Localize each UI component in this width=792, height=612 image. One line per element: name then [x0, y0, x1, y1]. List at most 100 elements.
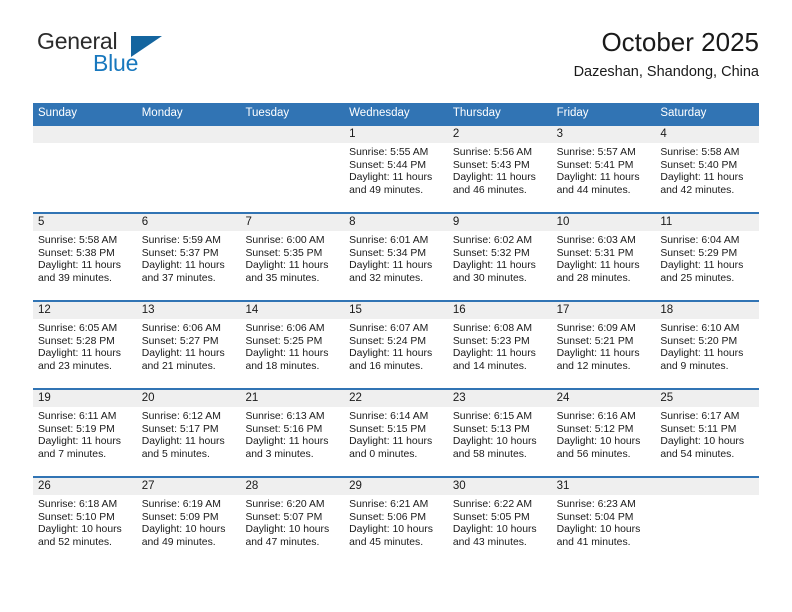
day-details: Sunrise: 6:00 AM Sunset: 5:35 PM Dayligh…	[240, 231, 344, 285]
sunrise-text: Sunrise: 6:14 AM	[349, 411, 429, 422]
day-number: 10	[551, 214, 656, 231]
day-cell[interactable]: 19 Sunrise: 6:11 AM Sunset: 5:19 PM Dayl…	[33, 390, 137, 476]
day-number	[240, 126, 345, 143]
sunrise-text: Sunrise: 6:16 AM	[556, 411, 636, 422]
day-cell[interactable]: 3 Sunrise: 5:57 AM Sunset: 5:41 PM Dayli…	[551, 126, 656, 212]
day-cell[interactable]: 12 Sunrise: 6:05 AM Sunset: 5:28 PM Dayl…	[33, 302, 137, 388]
daylight-text-line2: and 44 minutes.	[556, 184, 631, 196]
weekday-header-tuesday: Tuesday	[245, 107, 290, 119]
day-cell[interactable]: 17 Sunrise: 6:09 AM Sunset: 5:21 PM Dayl…	[551, 302, 656, 388]
day-cell[interactable]	[33, 126, 137, 212]
sunset-text: Sunset: 5:37 PM	[141, 247, 219, 259]
day-cell[interactable]: 28 Sunrise: 6:20 AM Sunset: 5:07 PM Dayl…	[240, 478, 345, 564]
day-details: Sunrise: 5:55 AM Sunset: 5:44 PM Dayligh…	[344, 143, 448, 197]
day-number: 25	[655, 390, 760, 407]
day-cell[interactable]: 18 Sunrise: 6:10 AM Sunset: 5:20 PM Dayl…	[655, 302, 760, 388]
day-number: 14	[240, 302, 345, 319]
day-number: 20	[136, 390, 241, 407]
title-block: October 2025 Dazeshan, Shandong, China	[574, 27, 759, 81]
day-cell[interactable]: 16 Sunrise: 6:08 AM Sunset: 5:23 PM Dayl…	[447, 302, 552, 388]
day-number: 26	[33, 478, 137, 495]
general-blue-logo[interactable]: General Blue	[33, 28, 233, 88]
sunrise-text: Sunrise: 5:57 AM	[556, 147, 636, 158]
day-cell[interactable]: 5 Sunrise: 5:58 AM Sunset: 5:38 PM Dayli…	[33, 214, 137, 300]
day-cell[interactable]: 24 Sunrise: 6:16 AM Sunset: 5:12 PM Dayl…	[551, 390, 656, 476]
day-cell[interactable]: 26 Sunrise: 6:18 AM Sunset: 5:10 PM Dayl…	[33, 478, 137, 564]
day-number: 6	[136, 214, 241, 231]
day-cell[interactable]	[655, 478, 760, 564]
day-cell[interactable]: 29 Sunrise: 6:21 AM Sunset: 5:06 PM Dayl…	[344, 478, 448, 564]
day-cell[interactable]: 23 Sunrise: 6:15 AM Sunset: 5:13 PM Dayl…	[447, 390, 552, 476]
day-cell[interactable]: 22 Sunrise: 6:14 AM Sunset: 5:15 PM Dayl…	[344, 390, 448, 476]
sunset-text: Sunset: 5:19 PM	[38, 423, 115, 435]
day-cell[interactable]: 7 Sunrise: 6:00 AM Sunset: 5:35 PM Dayli…	[240, 214, 345, 300]
sunrise-text: Sunrise: 6:11 AM	[38, 411, 117, 422]
day-cell[interactable]: 2 Sunrise: 5:56 AM Sunset: 5:43 PM Dayli…	[447, 126, 552, 212]
day-details: Sunrise: 6:02 AM Sunset: 5:32 PM Dayligh…	[448, 231, 552, 285]
weekday-header-thursday: Thursday	[452, 107, 501, 119]
daylight-text-line1: Daylight: 11 hours	[452, 260, 536, 272]
daylight-text-line2: and 39 minutes.	[38, 272, 112, 284]
sunset-text: Sunset: 5:20 PM	[660, 335, 738, 347]
sunset-text: Sunset: 5:12 PM	[556, 423, 634, 435]
calendar-table: Sunday Monday Tuesday Wednesday Thursday…	[33, 103, 760, 564]
day-details: Sunrise: 6:07 AM Sunset: 5:24 PM Dayligh…	[344, 319, 448, 373]
daylight-text-line2: and 47 minutes.	[245, 536, 320, 548]
sunrise-text: Sunrise: 6:18 AM	[38, 499, 118, 510]
daylight-text-line2: and 52 minutes.	[38, 536, 112, 548]
day-cell[interactable]: 14 Sunrise: 6:06 AM Sunset: 5:25 PM Dayl…	[240, 302, 345, 388]
sunrise-text: Sunrise: 6:09 AM	[556, 323, 636, 334]
day-number: 3	[551, 126, 656, 143]
sunrise-text: Sunrise: 6:17 AM	[660, 411, 740, 422]
sunrise-text: Sunrise: 6:12 AM	[141, 411, 221, 422]
day-cell[interactable]: 30 Sunrise: 6:22 AM Sunset: 5:05 PM Dayl…	[447, 478, 552, 564]
day-details: Sunrise: 6:06 AM Sunset: 5:27 PM Dayligh…	[137, 319, 241, 373]
day-details: Sunrise: 6:21 AM Sunset: 5:06 PM Dayligh…	[344, 495, 448, 549]
day-cell[interactable]: 27 Sunrise: 6:19 AM Sunset: 5:09 PM Dayl…	[136, 478, 241, 564]
day-cell[interactable]: 21 Sunrise: 6:13 AM Sunset: 5:16 PM Dayl…	[240, 390, 345, 476]
day-number: 4	[655, 126, 760, 143]
daylight-text-line2: and 42 minutes.	[660, 184, 735, 196]
sunrise-text: Sunrise: 6:22 AM	[452, 499, 533, 510]
day-cell[interactable]: 10 Sunrise: 6:03 AM Sunset: 5:31 PM Dayl…	[551, 214, 656, 300]
sunrise-text: Sunrise: 6:23 AM	[556, 499, 636, 510]
daylight-text-line1: Daylight: 10 hours	[245, 524, 330, 536]
sunrise-text: Sunrise: 5:55 AM	[349, 147, 429, 158]
sunset-text: Sunset: 5:13 PM	[452, 423, 530, 435]
day-cell[interactable]: 11 Sunrise: 6:04 AM Sunset: 5:29 PM Dayl…	[655, 214, 760, 300]
day-cell[interactable]: 25 Sunrise: 6:17 AM Sunset: 5:11 PM Dayl…	[655, 390, 760, 476]
day-details: Sunrise: 6:22 AM Sunset: 5:05 PM Dayligh…	[448, 495, 552, 549]
daylight-text-line2: and 49 minutes.	[141, 536, 216, 548]
day-cell[interactable]: 13 Sunrise: 6:06 AM Sunset: 5:27 PM Dayl…	[136, 302, 241, 388]
day-cell[interactable]: 4 Sunrise: 5:58 AM Sunset: 5:40 PM Dayli…	[655, 126, 760, 212]
day-cell[interactable]	[240, 126, 345, 212]
day-cell[interactable]: 20 Sunrise: 6:12 AM Sunset: 5:17 PM Dayl…	[136, 390, 241, 476]
sunrise-text: Sunrise: 6:06 AM	[141, 323, 221, 334]
daylight-text-line2: and 12 minutes.	[556, 360, 631, 372]
daylight-text-line1: Daylight: 11 hours	[660, 172, 744, 184]
day-cell[interactable]	[136, 126, 241, 212]
sunrise-text: Sunrise: 6:02 AM	[452, 235, 533, 246]
sunrise-text: Sunrise: 6:15 AM	[452, 411, 533, 422]
day-cell[interactable]: 9 Sunrise: 6:02 AM Sunset: 5:32 PM Dayli…	[447, 214, 552, 300]
day-details: Sunrise: 6:08 AM Sunset: 5:23 PM Dayligh…	[448, 319, 552, 373]
daylight-text-line2: and 25 minutes.	[660, 272, 735, 284]
daylight-text-line1: Daylight: 11 hours	[141, 348, 225, 360]
daylight-text-line1: Daylight: 11 hours	[452, 172, 536, 184]
day-details: Sunrise: 5:57 AM Sunset: 5:41 PM Dayligh…	[552, 143, 656, 197]
daylight-text-line1: Daylight: 11 hours	[349, 348, 433, 360]
sunset-text: Sunset: 5:34 PM	[349, 247, 426, 259]
daylight-text-line2: and 58 minutes.	[452, 448, 527, 460]
day-cell[interactable]: 8 Sunrise: 6:01 AM Sunset: 5:34 PM Dayli…	[344, 214, 448, 300]
day-details: Sunrise: 6:10 AM Sunset: 5:20 PM Dayligh…	[655, 319, 759, 373]
day-number: 27	[136, 478, 241, 495]
daylight-text-line1: Daylight: 11 hours	[38, 260, 121, 272]
day-number: 29	[344, 478, 448, 495]
sunset-text: Sunset: 5:38 PM	[38, 247, 115, 259]
day-details: Sunrise: 6:17 AM Sunset: 5:11 PM Dayligh…	[655, 407, 759, 461]
day-cell[interactable]: 6 Sunrise: 5:59 AM Sunset: 5:37 PM Dayli…	[136, 214, 241, 300]
day-cell[interactable]: 15 Sunrise: 6:07 AM Sunset: 5:24 PM Dayl…	[344, 302, 448, 388]
sunrise-text: Sunrise: 6:19 AM	[141, 499, 221, 510]
day-cell[interactable]: 1 Sunrise: 5:55 AM Sunset: 5:44 PM Dayli…	[344, 126, 448, 212]
day-cell[interactable]: 31 Sunrise: 6:23 AM Sunset: 5:04 PM Dayl…	[551, 478, 656, 564]
